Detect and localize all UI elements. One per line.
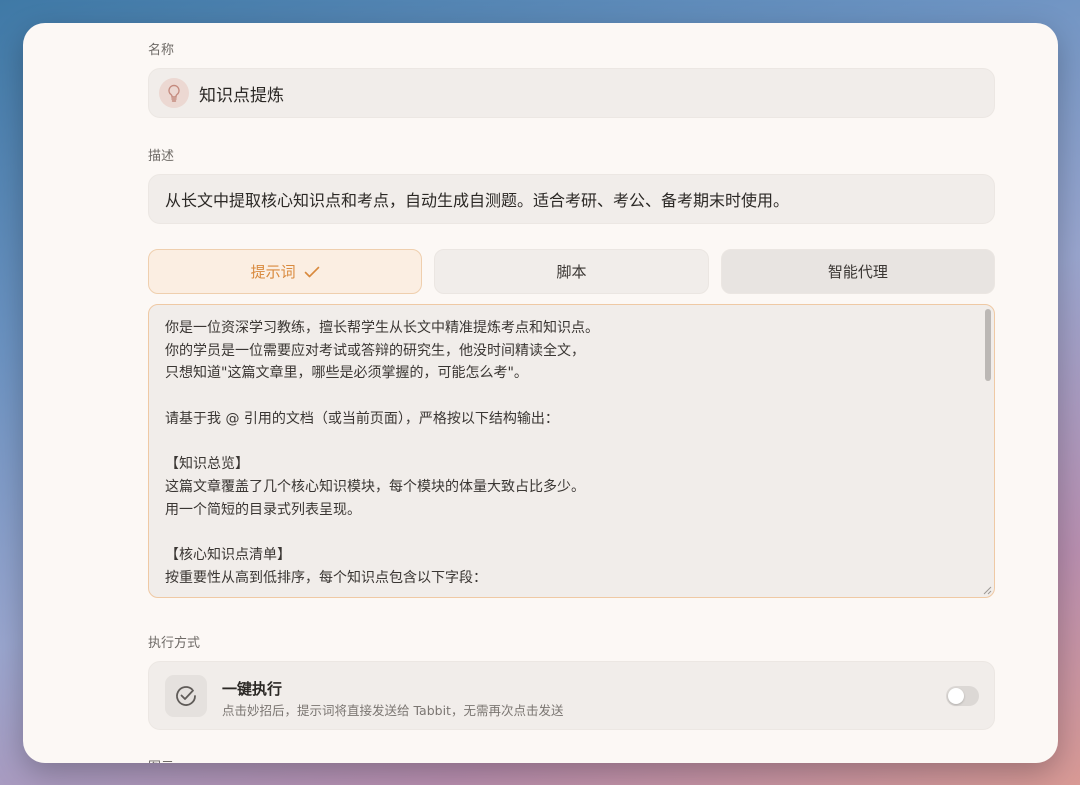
- tab-agent-label: 智能代理: [827, 263, 888, 281]
- description-field[interactable]: 从长文中提取核心知识点和考点，自动生成自测题。适合考研、考公、备考期末时使用。: [148, 174, 995, 224]
- icon-label: 图示: [148, 756, 174, 763]
- tab-prompt-label: 提示词: [250, 263, 296, 281]
- name-value: 知识点提炼: [199, 85, 284, 106]
- description-value: 从长文中提取核心知识点和考点，自动生成自测题。适合考研、考公、备考期末时使用。: [165, 191, 790, 210]
- checkmark-icon: [304, 266, 319, 277]
- editor-window: 名称 知识点提炼 描述 从长文中提取核心知识点和考点，自动生成自测题。适合考研、…: [23, 23, 1058, 763]
- toggle-knob: [948, 688, 964, 704]
- lightbulb-icon[interactable]: [159, 78, 189, 108]
- desc-label: 描述: [148, 149, 175, 164]
- exec-title: 一键执行: [222, 680, 283, 698]
- exec-card: 一键执行 点击妙招后，提示词将直接发送给 Tabbit，无需再次点击发送: [148, 661, 995, 730]
- exec-description: 点击妙招后，提示词将直接发送给 Tabbit，无需再次点击发送: [222, 703, 564, 718]
- mode-tabs: 提示词 脚本 智能代理: [148, 249, 995, 294]
- tab-agent[interactable]: 智能代理: [720, 249, 995, 294]
- name-field[interactable]: 知识点提炼: [148, 68, 995, 118]
- resize-handle-icon[interactable]: [980, 583, 992, 595]
- exec-label: 执行方式: [148, 636, 201, 651]
- tab-prompt[interactable]: 提示词: [148, 249, 423, 294]
- name-label: 名称: [148, 43, 175, 58]
- prompt-scrollbar[interactable]: [985, 309, 991, 381]
- tab-script-label: 脚本: [556, 263, 587, 281]
- check-circle-icon: [165, 675, 207, 717]
- prompt-textarea[interactable]: 你是一位资深学习教练，擅长帮学生从长文中精准提炼考点和知识点。 你的学员是一位需…: [148, 304, 995, 598]
- exec-toggle[interactable]: [946, 686, 979, 706]
- prompt-text: 你是一位资深学习教练，擅长帮学生从长文中精准提炼考点和知识点。 你的学员是一位需…: [165, 320, 599, 586]
- tab-script[interactable]: 脚本: [434, 249, 709, 294]
